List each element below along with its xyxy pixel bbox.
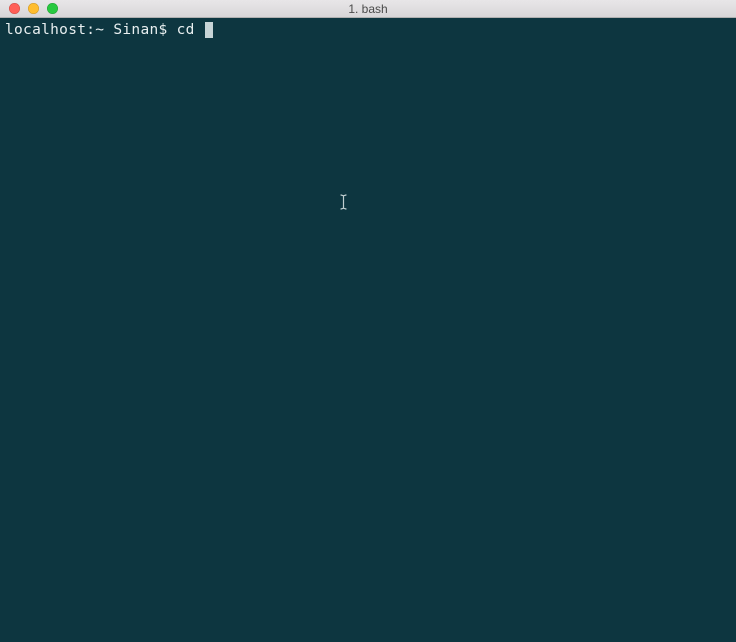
prompt-text: localhost:~ Sinan$ (5, 22, 177, 38)
ibeam-cursor-icon (340, 194, 348, 210)
window-title: 1. bash (348, 2, 387, 16)
maximize-icon[interactable] (47, 3, 58, 14)
close-icon[interactable] (9, 3, 20, 14)
terminal-body[interactable]: localhost:~ Sinan$ cd (0, 18, 736, 642)
command-text: cd (177, 22, 204, 38)
terminal-window: 1. bash localhost:~ Sinan$ cd (0, 0, 736, 642)
text-cursor (205, 22, 213, 38)
traffic-lights (0, 3, 58, 14)
minimize-icon[interactable] (28, 3, 39, 14)
titlebar: 1. bash (0, 0, 736, 18)
prompt-line: localhost:~ Sinan$ cd (5, 21, 731, 39)
